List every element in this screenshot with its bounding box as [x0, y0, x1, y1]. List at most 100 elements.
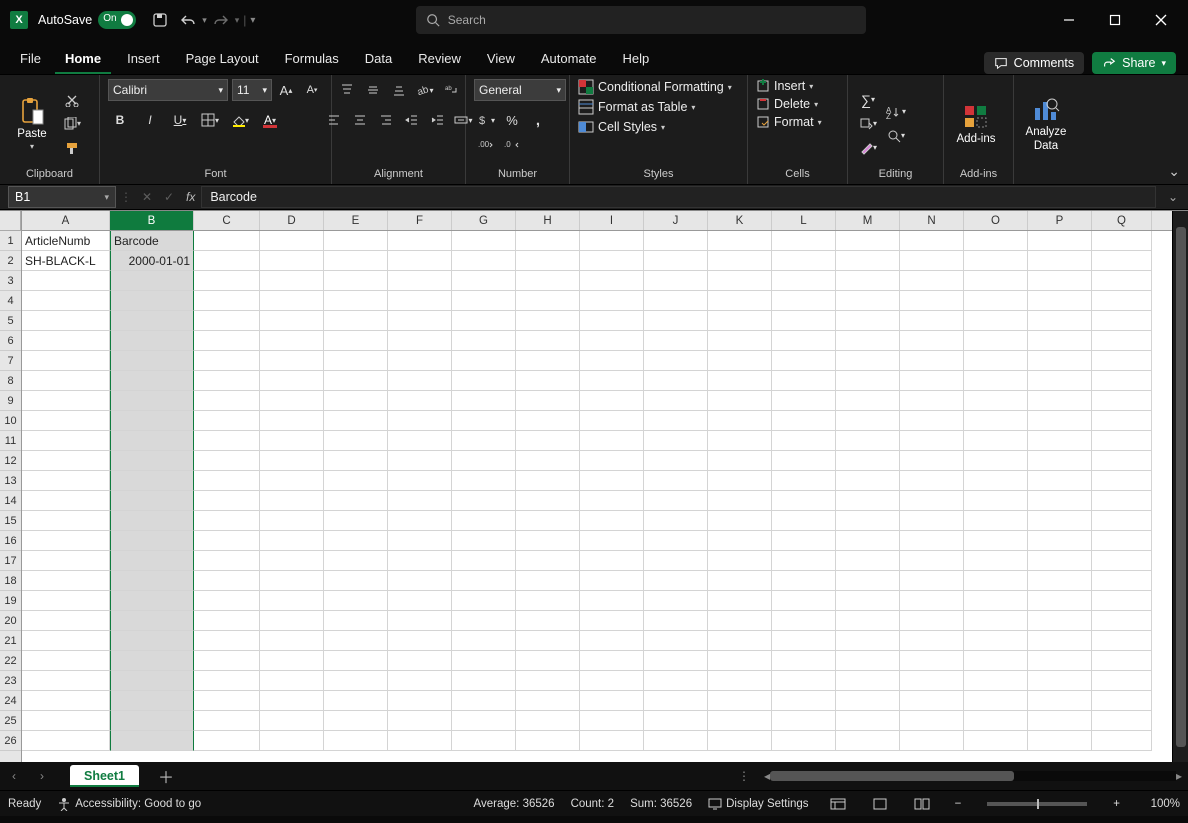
paste-button[interactable]: Paste ▾ — [8, 96, 56, 151]
cell[interactable] — [1028, 571, 1092, 591]
expand-formula-bar-icon[interactable]: ⌄ — [1164, 190, 1182, 204]
font-name-select[interactable]: Calibri▾ — [108, 79, 228, 101]
cell[interactable] — [580, 551, 644, 571]
row-header[interactable]: 23 — [0, 671, 21, 691]
cell[interactable] — [772, 491, 836, 511]
cell[interactable] — [22, 431, 110, 451]
cell[interactable] — [964, 511, 1028, 531]
cell[interactable] — [516, 551, 580, 571]
cell[interactable] — [580, 411, 644, 431]
cell[interactable] — [1092, 411, 1152, 431]
cell[interactable] — [1092, 551, 1152, 571]
cell[interactable] — [964, 351, 1028, 371]
borders-icon[interactable]: ▾ — [198, 109, 222, 131]
cell[interactable] — [708, 511, 772, 531]
cell[interactable] — [900, 511, 964, 531]
cell[interactable] — [516, 351, 580, 371]
fx-icon[interactable]: fx — [180, 190, 201, 204]
cell[interactable] — [900, 731, 964, 751]
cell[interactable] — [452, 391, 516, 411]
cell[interactable] — [964, 551, 1028, 571]
zoom-slider[interactable] — [987, 802, 1087, 806]
cell[interactable] — [580, 451, 644, 471]
cell[interactable] — [388, 551, 452, 571]
cell[interactable] — [836, 351, 900, 371]
cell[interactable] — [836, 331, 900, 351]
column-header[interactable]: K — [708, 211, 772, 230]
cell[interactable] — [644, 291, 708, 311]
cell[interactable] — [580, 391, 644, 411]
cell[interactable] — [900, 411, 964, 431]
cell[interactable] — [1028, 691, 1092, 711]
cell[interactable] — [964, 311, 1028, 331]
cell[interactable] — [644, 591, 708, 611]
cell[interactable] — [900, 591, 964, 611]
cell[interactable] — [964, 651, 1028, 671]
cell[interactable] — [324, 371, 388, 391]
cell[interactable] — [452, 351, 516, 371]
cell[interactable] — [22, 591, 110, 611]
cell[interactable] — [964, 631, 1028, 651]
cell[interactable] — [388, 331, 452, 351]
cell[interactable] — [900, 251, 964, 271]
align-middle-icon[interactable] — [361, 79, 385, 101]
cell[interactable] — [708, 491, 772, 511]
cell[interactable] — [1092, 451, 1152, 471]
cell[interactable] — [260, 651, 324, 671]
cell[interactable] — [964, 471, 1028, 491]
cell[interactable] — [708, 231, 772, 251]
cell[interactable] — [388, 371, 452, 391]
cell[interactable] — [260, 671, 324, 691]
tab-page-layout[interactable]: Page Layout — [176, 43, 269, 74]
cell[interactable] — [772, 511, 836, 531]
cell[interactable] — [708, 311, 772, 331]
cell[interactable] — [452, 291, 516, 311]
cell[interactable] — [580, 371, 644, 391]
cell[interactable] — [580, 611, 644, 631]
cell[interactable] — [324, 531, 388, 551]
cell[interactable] — [580, 291, 644, 311]
cell[interactable] — [324, 391, 388, 411]
cell[interactable] — [708, 631, 772, 651]
cell[interactable] — [836, 251, 900, 271]
cell[interactable] — [22, 311, 110, 331]
accounting-format-icon[interactable]: $▾ — [474, 109, 498, 131]
cell[interactable] — [388, 511, 452, 531]
cell[interactable] — [194, 511, 260, 531]
cell[interactable] — [110, 491, 194, 511]
cell[interactable] — [110, 731, 194, 751]
cell[interactable] — [388, 711, 452, 731]
format-painter-icon[interactable] — [60, 137, 84, 159]
cell[interactable] — [644, 351, 708, 371]
cell[interactable] — [194, 631, 260, 651]
cell[interactable] — [1028, 551, 1092, 571]
cell[interactable] — [110, 331, 194, 351]
cell[interactable] — [708, 611, 772, 631]
cell[interactable] — [388, 231, 452, 251]
formula-input[interactable]: Barcode — [201, 186, 1156, 208]
row-header[interactable]: 7 — [0, 351, 21, 371]
cell[interactable] — [580, 431, 644, 451]
align-right-icon[interactable] — [374, 109, 398, 131]
cell[interactable] — [110, 411, 194, 431]
row-header[interactable]: 16 — [0, 531, 21, 551]
cell[interactable] — [110, 471, 194, 491]
cell[interactable] — [452, 691, 516, 711]
cell[interactable] — [644, 371, 708, 391]
cell[interactable] — [452, 631, 516, 651]
cell[interactable] — [22, 451, 110, 471]
align-bottom-icon[interactable] — [387, 79, 411, 101]
cell[interactable] — [388, 671, 452, 691]
cell[interactable] — [580, 671, 644, 691]
cell[interactable] — [110, 551, 194, 571]
cell[interactable] — [964, 591, 1028, 611]
cell[interactable] — [900, 651, 964, 671]
cell[interactable] — [964, 491, 1028, 511]
cell[interactable] — [1028, 511, 1092, 531]
cell[interactable] — [772, 271, 836, 291]
cell[interactable] — [964, 731, 1028, 751]
cell[interactable] — [516, 511, 580, 531]
column-header[interactable]: A — [22, 211, 110, 230]
cell[interactable] — [836, 271, 900, 291]
cell[interactable] — [194, 351, 260, 371]
